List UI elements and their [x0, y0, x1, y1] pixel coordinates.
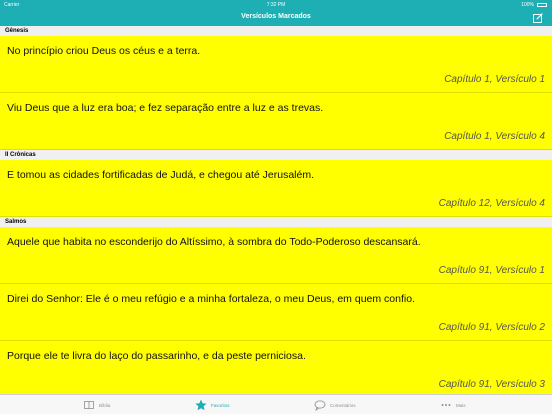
verse-text: Direi do Senhor: Ele é o meu refúgio e a… [7, 293, 415, 305]
section-header-genesis: Gênesis [0, 26, 552, 36]
app-window: Carrier 7:32 PM 100% Versículos Marcados… [0, 0, 552, 414]
verse-row[interactable]: E tomou as cidades fortificadas de Judá,… [0, 160, 552, 217]
verse-text: Viu Deus que a luz era boa; e fez separa… [7, 102, 324, 114]
verse-row[interactable]: Direi do Senhor: Ele é o meu refúgio e a… [0, 284, 552, 341]
verse-reference: Capítulo 1, Versículo 1 [444, 74, 545, 85]
section-header-ii-cronicas: II Crônicas [0, 150, 552, 160]
verse-reference: Capítulo 12, Versículo 4 [438, 198, 545, 209]
favorites-list: Gênesis No princípio criou Deus os céus … [0, 26, 552, 394]
battery-percent: 100% [521, 2, 534, 8]
edit-icon[interactable] [532, 12, 544, 24]
verse-text: No princípio criou Deus os céus e a terr… [7, 45, 201, 57]
battery-icon [537, 3, 547, 7]
verse-reference: Capítulo 91, Versículo 3 [438, 379, 545, 390]
section-header-salmos: Salmos [0, 217, 552, 227]
verse-reference: Capítulo 91, Versículo 2 [438, 322, 545, 333]
speech-bubble-icon [314, 400, 326, 411]
verse-row[interactable]: No princípio criou Deus os céus e a terr… [0, 36, 552, 93]
verse-reference: Capítulo 1, Versículo 4 [444, 131, 545, 142]
page-title: Versículos Marcados [241, 13, 311, 20]
tab-label: Mais [456, 403, 466, 408]
verse-row[interactable]: Porque ele te livra do laço do passarinh… [0, 341, 552, 394]
star-icon [195, 399, 207, 411]
status-time: 7:32 PM [266, 2, 286, 8]
verse-row[interactable]: Aquele que habita no esconderijo do Altí… [0, 227, 552, 284]
tab-bar: Bíblia Favoritos Comentários Mais [0, 394, 552, 414]
book-icon [84, 401, 94, 409]
tab-label: Favoritos [211, 403, 230, 408]
verse-text: Aquele que habita no esconderijo do Altí… [7, 236, 421, 248]
tab-label: Bíblia [99, 403, 111, 408]
verse-row[interactable]: Viu Deus que a luz era boa; e fez separa… [0, 93, 552, 150]
navigation-bar: Versículos Marcados [0, 10, 552, 26]
more-dots-icon [441, 404, 451, 406]
verse-text: Porque ele te livra do laço do passarinh… [7, 350, 306, 362]
verse-reference: Capítulo 91, Versículo 1 [438, 265, 545, 276]
status-bar: Carrier 7:32 PM 100% [0, 0, 552, 10]
verse-text: E tomou as cidades fortificadas de Judá,… [7, 169, 315, 181]
tab-label: Comentários [330, 403, 356, 408]
